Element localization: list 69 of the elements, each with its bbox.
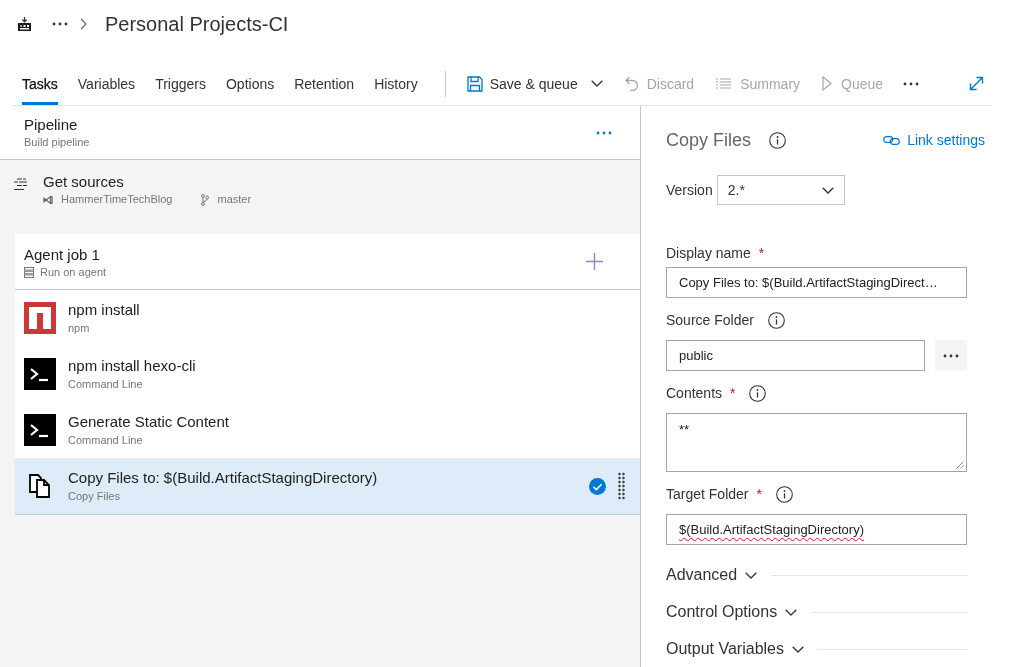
task-item[interactable]: Copy Files to: $(Build.ArtifactStagingDirectory) Copy Files: [15, 458, 640, 514]
more-icon[interactable]: [52, 22, 68, 26]
info-icon[interactable]: [769, 131, 787, 149]
pipeline-title: Pipeline: [24, 115, 79, 135]
tab[interactable]: Triggers: [155, 62, 206, 105]
task-name-title: Copy Files: [666, 129, 752, 151]
expand-icon[interactable]: [969, 76, 984, 91]
chevron-right-icon: [80, 18, 87, 30]
resize-grip-icon: [956, 461, 964, 469]
info-icon[interactable]: [775, 485, 793, 503]
version-select[interactable]: 2.*: [716, 175, 845, 205]
undo-icon: [624, 76, 638, 91]
task-title: Generate Static Content: [68, 412, 229, 432]
task-type: Command Line: [68, 377, 144, 392]
get-sources-title[interactable]: Get sources: [43, 172, 252, 192]
play-icon: [822, 76, 833, 91]
input-field[interactable]: public: [666, 340, 925, 371]
section-toggle[interactable]: Control Options: [666, 603, 798, 621]
task-title: Copy Files to: $(Build.ArtifactStagingDirectory): [68, 468, 378, 488]
agent-job-card[interactable]: Agent job 1 Run on agent: [15, 234, 640, 290]
terminal-icon: [24, 358, 56, 390]
repository-icon: [43, 194, 53, 205]
field-label: Source Folder: [666, 312, 754, 328]
check-circle-icon: [589, 477, 606, 495]
copy-icon: [29, 474, 51, 498]
tab[interactable]: History: [374, 62, 418, 105]
build-icon: [18, 17, 31, 31]
sources-icon: [14, 178, 29, 191]
input-field[interactable]: $(Build.ArtifactStagingDirectory): [666, 514, 967, 545]
server-icon: [24, 267, 34, 278]
task-title: npm install hexo-cli: [68, 356, 196, 376]
npm-icon: [24, 302, 56, 334]
link-settings-link[interactable]: Link settings: [883, 132, 985, 148]
field-label: Version: [666, 182, 713, 198]
pipeline-subtitle: Build pipeline: [24, 135, 90, 150]
toolbar-button[interactable]: Save & queue: [466, 62, 603, 105]
info-icon[interactable]: [749, 384, 767, 402]
task-title: npm install: [68, 300, 140, 320]
list-icon: [716, 78, 732, 89]
tab[interactable]: Variables: [77, 62, 136, 105]
chevron-down-icon: [821, 186, 834, 194]
add-icon[interactable]: [586, 253, 603, 270]
tab[interactable]: Retention: [294, 62, 355, 105]
input-field[interactable]: Copy Files to: $(Build.ArtifactStagingDirect…: [666, 267, 967, 298]
terminal-icon: [24, 414, 56, 446]
task-type: Copy Files: [68, 489, 121, 504]
agent-job-subtitle: Run on agent: [40, 265, 107, 280]
branch-name: master: [217, 192, 252, 207]
field-label: Target Folder *: [666, 486, 762, 502]
branch-icon: [201, 193, 210, 206]
repository-name: HammerTimeTechBlog: [61, 192, 173, 207]
link-icon: [883, 134, 901, 146]
task-type: npm: [68, 321, 91, 336]
info-icon[interactable]: [767, 311, 785, 329]
text-area[interactable]: **: [666, 413, 967, 472]
more-icon[interactable]: [903, 81, 920, 86]
section-toggle[interactable]: Advanced: [666, 566, 758, 584]
save-icon: [466, 75, 483, 92]
tab[interactable]: Options: [225, 62, 275, 105]
pipeline-header[interactable]: Pipeline Build pipeline: [0, 106, 640, 160]
caret-icon: [590, 80, 603, 87]
task-type: Command Line: [68, 433, 144, 448]
field-label: Contents *: [666, 385, 736, 401]
page-title: Personal Projects-CI: [105, 12, 289, 36]
section-toggle[interactable]: Output Variables: [666, 640, 804, 658]
agent-job-title: Agent job 1: [24, 245, 101, 265]
drag-handle-icon[interactable]: [618, 472, 625, 500]
field-label: Display name *: [666, 245, 765, 261]
more-icon: [943, 353, 959, 358]
